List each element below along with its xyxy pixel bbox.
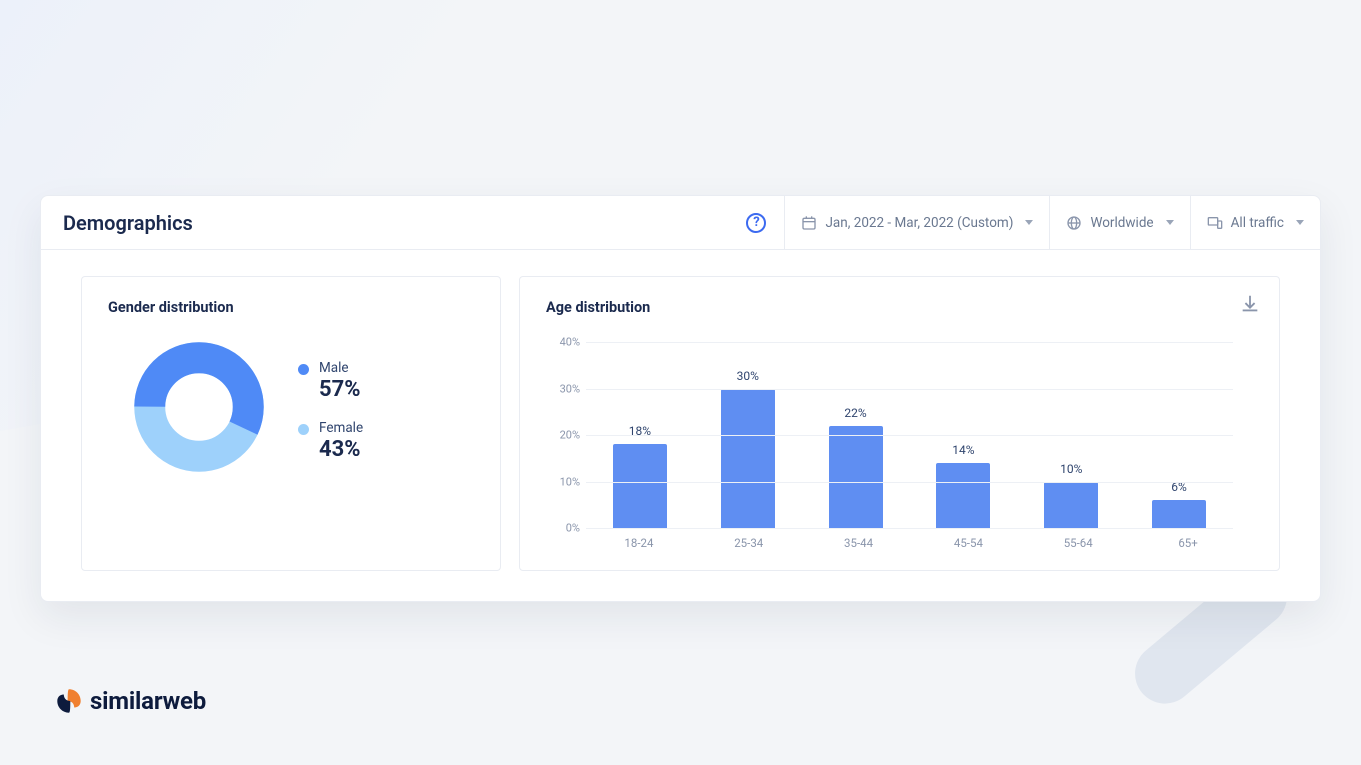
bar-value-label: 18% bbox=[629, 424, 651, 438]
traffic-filter-label: All traffic bbox=[1231, 215, 1284, 231]
gender-distribution-card: Gender distribution Male 57% bbox=[81, 276, 501, 571]
x-tick-label: 18-24 bbox=[584, 536, 694, 550]
age-bar-chart: 18%30%22%14%10%6% 0%10%20%30%40% bbox=[548, 336, 1243, 528]
page-title: Demographics bbox=[41, 196, 728, 249]
bar-value-label: 14% bbox=[952, 443, 974, 457]
legend-dot-male bbox=[298, 364, 309, 375]
card-title: Age distribution bbox=[546, 299, 1253, 316]
date-range-picker[interactable]: Jan, 2022 - Mar, 2022 (Custom) bbox=[784, 196, 1049, 249]
grid-line bbox=[586, 435, 1233, 436]
region-picker[interactable]: Worldwide bbox=[1049, 196, 1189, 249]
x-tick-label: 45-54 bbox=[913, 536, 1023, 550]
calendar-icon bbox=[801, 215, 817, 231]
date-range-label: Jan, 2022 - Mar, 2022 (Custom) bbox=[825, 215, 1013, 231]
legend-male-value: 57% bbox=[319, 377, 361, 402]
gender-donut-chart bbox=[134, 342, 264, 472]
bar-value-label: 22% bbox=[844, 406, 866, 420]
x-axis-labels: 18-2425-3435-4445-5455-6465+ bbox=[584, 536, 1243, 550]
x-tick-label: 25-34 bbox=[694, 536, 804, 550]
similarweb-logomark-icon bbox=[56, 688, 82, 714]
bar bbox=[1152, 500, 1206, 528]
demographics-panel: Demographics ? Jan, 2022 - Mar, 2022 (Cu… bbox=[40, 195, 1321, 602]
grid-line bbox=[586, 482, 1233, 483]
y-tick-label: 10% bbox=[548, 475, 580, 488]
traffic-filter-picker[interactable]: All traffic bbox=[1190, 196, 1320, 249]
legend-male-label: Male bbox=[319, 360, 361, 376]
legend-male: Male 57% bbox=[298, 360, 363, 402]
panel-header: Demographics ? Jan, 2022 - Mar, 2022 (Cu… bbox=[41, 196, 1320, 250]
region-label: Worldwide bbox=[1090, 215, 1153, 231]
help-icon: ? bbox=[746, 213, 766, 233]
legend-female-value: 43% bbox=[319, 437, 363, 462]
chevron-down-icon bbox=[1025, 220, 1033, 225]
legend-female: Female 43% bbox=[298, 420, 363, 462]
brand-name: similarweb bbox=[90, 687, 206, 715]
bar bbox=[613, 444, 667, 528]
x-tick-label: 55-64 bbox=[1023, 536, 1133, 550]
bar-value-label: 30% bbox=[737, 369, 759, 383]
grid-line bbox=[586, 528, 1233, 529]
devices-icon bbox=[1207, 215, 1223, 231]
help-button[interactable]: ? bbox=[728, 196, 784, 249]
chevron-down-icon bbox=[1296, 220, 1304, 225]
chevron-down-icon bbox=[1166, 220, 1174, 225]
y-tick-label: 20% bbox=[548, 429, 580, 442]
download-icon bbox=[1239, 293, 1261, 315]
y-tick-label: 30% bbox=[548, 382, 580, 395]
bar bbox=[721, 389, 775, 529]
bar bbox=[936, 463, 990, 528]
legend-dot-female bbox=[298, 424, 309, 435]
download-button[interactable] bbox=[1239, 293, 1261, 315]
globe-icon bbox=[1066, 215, 1082, 231]
gender-legend: Male 57% Female 43% bbox=[298, 352, 363, 462]
grid-line bbox=[586, 389, 1233, 390]
card-title: Gender distribution bbox=[108, 299, 474, 316]
x-tick-label: 35-44 bbox=[804, 536, 914, 550]
x-tick-label: 65+ bbox=[1133, 536, 1243, 550]
grid-line bbox=[586, 342, 1233, 343]
cards-row: Gender distribution Male 57% bbox=[41, 250, 1320, 601]
bar bbox=[829, 426, 883, 528]
y-tick-label: 0% bbox=[548, 522, 580, 535]
age-distribution-card: Age distribution 18%30%22%14%10%6% 0%10%… bbox=[519, 276, 1280, 571]
bar-value-label: 10% bbox=[1060, 462, 1082, 476]
brand-logo: similarweb bbox=[56, 687, 206, 715]
y-tick-label: 40% bbox=[548, 336, 580, 349]
bar bbox=[1044, 482, 1098, 529]
legend-female-label: Female bbox=[319, 420, 363, 436]
